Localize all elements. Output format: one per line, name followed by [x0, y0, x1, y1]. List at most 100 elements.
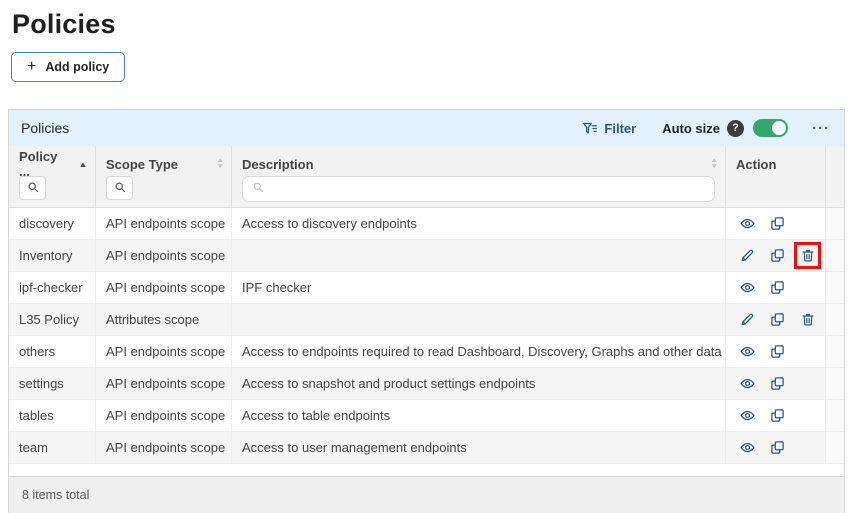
- filler-filter-cell: [826, 176, 844, 207]
- autosize-label: Auto size: [662, 121, 720, 136]
- filter-button[interactable]: Filter: [582, 121, 636, 136]
- cell-filler: [826, 272, 844, 304]
- autosize-control: Auto size ?: [662, 119, 788, 137]
- cell-description: [232, 240, 726, 272]
- description-filter-cell: [232, 176, 726, 207]
- items-total: 8 items total: [22, 488, 89, 502]
- cell-scope-type: API endpoints scope: [96, 368, 232, 400]
- cell-policy-name: Inventory: [9, 240, 96, 272]
- column-header-action: Action: [726, 146, 826, 176]
- sort-ascending-icon: ▲: [78, 160, 88, 169]
- cell-policy-name: settings: [9, 368, 96, 400]
- policies-page: Policies + Add policy Policies Filter: [0, 9, 852, 513]
- view-icon[interactable]: [739, 215, 756, 232]
- column-label-description: Description: [242, 157, 314, 172]
- copy-icon[interactable]: [769, 343, 786, 360]
- description-search-box: [242, 176, 715, 202]
- copy-icon[interactable]: [769, 247, 786, 264]
- table-row[interactable]: ipf-checker API endpoints scope IPF chec…: [9, 272, 844, 304]
- header-label-row: Policy ... ▲ Scope Type ▲▼ Description ▲…: [9, 146, 844, 176]
- help-icon[interactable]: ?: [727, 120, 744, 137]
- table-row[interactable]: tables API endpoints scope Access to tab…: [9, 400, 844, 432]
- description-search-input[interactable]: [264, 182, 714, 197]
- column-header-policy[interactable]: Policy ... ▲: [9, 146, 96, 176]
- table-row[interactable]: Inventory API endpoints scope: [9, 240, 844, 272]
- scope-search-button[interactable]: [106, 176, 133, 200]
- table-row[interactable]: others API endpoints scope Access to end…: [9, 336, 844, 368]
- cell-policy-name: team: [9, 432, 96, 464]
- action-filter-cell: [726, 176, 826, 207]
- policies-table-panel: Policies Filter Auto size ? ··: [8, 109, 845, 513]
- cell-actions: [726, 304, 826, 336]
- more-options-button[interactable]: ···: [812, 121, 830, 136]
- table-body: discovery API endpoints scope Access to …: [9, 208, 844, 464]
- edit-icon[interactable]: [739, 311, 756, 328]
- delete-icon[interactable]: [799, 311, 816, 328]
- column-headers: Policy ... ▲ Scope Type ▲▼ Description ▲…: [9, 146, 844, 208]
- policy-search-button[interactable]: [19, 176, 46, 200]
- sort-both-icon: ▲▼: [710, 158, 718, 170]
- add-policy-button[interactable]: + Add policy: [11, 52, 125, 82]
- copy-icon[interactable]: [769, 279, 786, 296]
- copy-icon[interactable]: [769, 215, 786, 232]
- table-row[interactable]: L35 Policy Attributes scope: [9, 304, 844, 336]
- cell-scope-type: API endpoints scope: [96, 272, 232, 304]
- cell-policy-name: others: [9, 336, 96, 368]
- table-header-bar: Policies Filter Auto size ? ··: [9, 110, 844, 146]
- cell-scope-type: API endpoints scope: [96, 400, 232, 432]
- cell-actions: [726, 368, 826, 400]
- cell-scope-type: API endpoints scope: [96, 432, 232, 464]
- view-icon[interactable]: [739, 343, 756, 360]
- header-filter-row: [9, 176, 844, 207]
- view-icon[interactable]: [739, 439, 756, 456]
- column-label-policy: Policy ...: [19, 149, 71, 179]
- column-label-scope-type: Scope Type: [106, 157, 178, 172]
- column-header-scope-type[interactable]: Scope Type ▲▼: [96, 146, 232, 176]
- column-header-description[interactable]: Description ▲▼: [232, 146, 726, 176]
- table-title: Policies: [21, 120, 69, 136]
- sort-both-icon: ▲▼: [216, 158, 224, 170]
- filter-icon: [582, 121, 598, 136]
- cell-policy-name: discovery: [9, 208, 96, 240]
- edit-icon[interactable]: [739, 247, 756, 264]
- autosize-toggle[interactable]: [753, 119, 788, 137]
- cell-actions: [726, 240, 826, 272]
- cell-description: Access to user management endpoints: [232, 432, 726, 464]
- search-icon: [27, 181, 39, 196]
- cell-filler: [826, 240, 844, 272]
- cell-description: Access to table endpoints: [232, 400, 726, 432]
- filter-label: Filter: [604, 121, 636, 136]
- cell-actions: [726, 336, 826, 368]
- table-row[interactable]: discovery API endpoints scope Access to …: [9, 208, 844, 240]
- delete-icon-highlighted[interactable]: [799, 247, 816, 264]
- table-row[interactable]: team API endpoints scope Access to user …: [9, 432, 844, 464]
- copy-icon[interactable]: [769, 311, 786, 328]
- cell-description: Access to snapshot and product settings …: [232, 368, 726, 400]
- copy-icon[interactable]: [769, 375, 786, 392]
- view-icon[interactable]: [739, 279, 756, 296]
- cell-filler: [826, 336, 844, 368]
- cell-description: [232, 304, 726, 336]
- copy-icon[interactable]: [769, 439, 786, 456]
- cell-policy-name: tables: [9, 400, 96, 432]
- column-header-filler: [826, 146, 844, 176]
- search-icon: [252, 180, 264, 198]
- scope-filter-cell: [96, 176, 232, 207]
- cell-filler: [826, 208, 844, 240]
- cell-filler: [826, 400, 844, 432]
- cell-actions: [726, 208, 826, 240]
- cell-scope-type: API endpoints scope: [96, 336, 232, 368]
- cell-scope-type: API endpoints scope: [96, 208, 232, 240]
- cell-filler: [826, 368, 844, 400]
- search-icon: [114, 181, 126, 196]
- table-footer: 8 items total: [9, 476, 844, 513]
- add-policy-label: Add policy: [45, 60, 109, 74]
- view-icon[interactable]: [739, 407, 756, 424]
- copy-icon[interactable]: [769, 407, 786, 424]
- table-empty-strip: [9, 464, 844, 476]
- view-icon[interactable]: [739, 375, 756, 392]
- table-row[interactable]: settings API endpoints scope Access to s…: [9, 368, 844, 400]
- policy-filter-cell: [9, 176, 96, 207]
- plus-icon: +: [27, 59, 36, 75]
- cell-filler: [826, 432, 844, 464]
